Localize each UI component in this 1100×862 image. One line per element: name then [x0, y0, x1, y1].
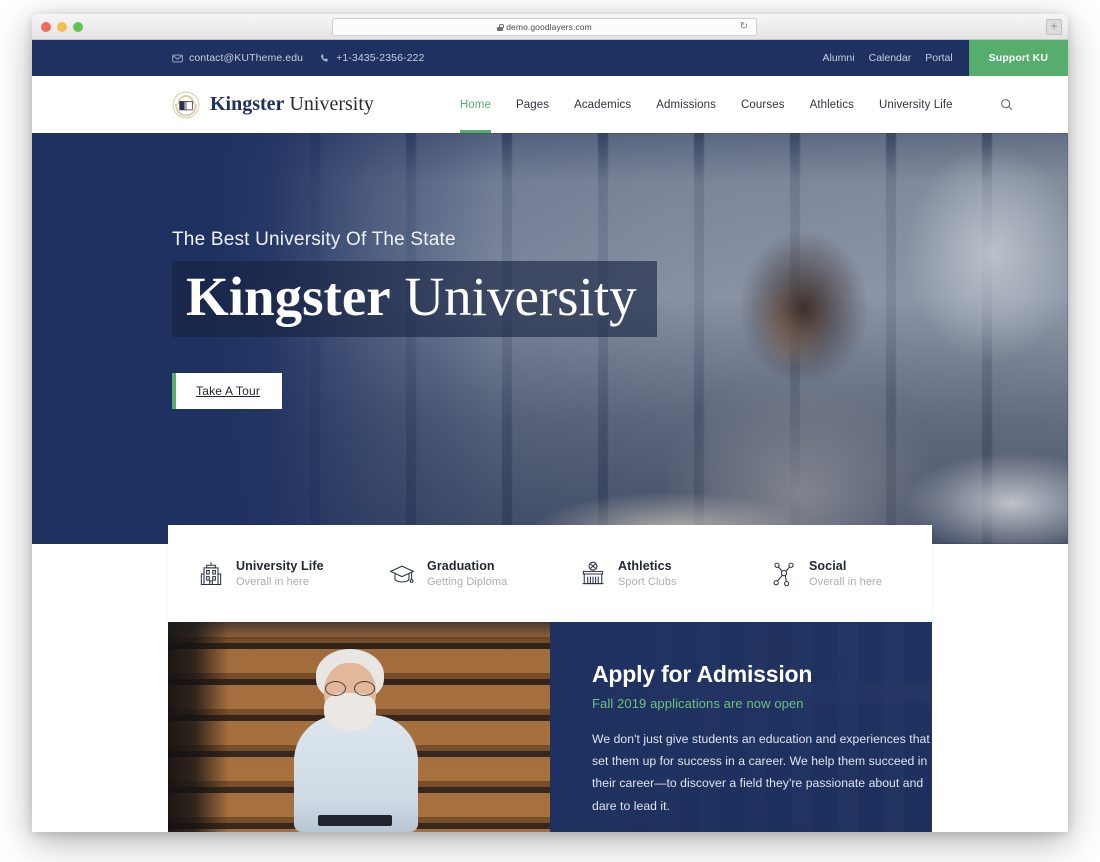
search-icon[interactable]	[1000, 98, 1013, 111]
nav-item-academics[interactable]: Academics	[574, 76, 631, 133]
brand-text: Kingster University	[210, 93, 374, 116]
site-logo[interactable]: Kingster University	[172, 91, 374, 119]
professor-figure	[288, 649, 428, 832]
nav-item-university-life[interactable]: University Life	[879, 76, 953, 133]
nav-item-athletics[interactable]: Athletics	[810, 76, 854, 133]
professor-belt	[318, 815, 392, 826]
main-navigation: Home Pages Academics Admissions Courses …	[459, 76, 1013, 133]
close-window-button[interactable]	[41, 22, 51, 32]
address-bar[interactable]: demo.goodlayers.com ↻	[332, 18, 757, 36]
topbar-link-alumni[interactable]: Alumni	[823, 52, 855, 64]
hero-content: The Best University Of The State Kingste…	[172, 229, 657, 410]
admission-subtitle: Fall 2019 applications are now open	[592, 696, 804, 711]
feature-text: Social Overall in here	[809, 559, 882, 588]
topbar-right-group: Alumni Calendar Portal Support KU	[823, 40, 1068, 76]
hero-section: The Best University Of The State Kingste…	[32, 133, 1068, 544]
admission-text-panel: Apply for Admission Fall 2019 applicatio…	[550, 613, 932, 832]
feature-athletics[interactable]: Athletics Sport Clubs	[550, 559, 741, 588]
feature-title: Graduation	[427, 559, 495, 573]
contact-email-text: contact@KUTheme.edu	[189, 52, 304, 64]
topbar-link-calendar[interactable]: Calendar	[869, 52, 912, 64]
browser-chrome: demo.goodlayers.com ↻ +	[32, 14, 1068, 40]
contact-email[interactable]: contact@KUTheme.edu	[172, 52, 303, 64]
professor-beard	[324, 693, 376, 731]
feature-title: Athletics	[618, 559, 672, 573]
topbar-link-portal[interactable]: Portal	[925, 52, 952, 64]
feature-desc: Getting Diploma	[427, 576, 508, 588]
admission-paragraph: We don't just give students an education…	[592, 732, 930, 813]
nav-item-home[interactable]: Home	[459, 76, 492, 133]
window-controls	[41, 22, 83, 32]
nav-item-admissions[interactable]: Admissions	[656, 76, 716, 133]
hero-title-box: Kingster University	[172, 261, 657, 338]
feature-text: Graduation Getting Diploma	[427, 559, 507, 588]
feature-title: University Life	[236, 559, 324, 573]
feature-text: University Life Overall in here	[236, 559, 324, 588]
topbar-contact-group: contact@KUTheme.edu +1-3435-2356-222	[172, 52, 424, 64]
site-header: Kingster University Home Pages Academics…	[32, 76, 1068, 133]
phone-icon	[319, 53, 330, 64]
support-ku-button[interactable]: Support KU	[968, 40, 1068, 76]
social-network-icon	[770, 560, 798, 588]
feature-desc: Overall in here	[809, 576, 883, 588]
feature-desc: Sport Clubs	[618, 576, 677, 588]
admission-photo	[168, 613, 550, 832]
admission-copy: Apply for Admission Fall 2019 applicatio…	[592, 661, 932, 832]
nav-item-pages[interactable]: Pages	[516, 76, 549, 133]
contact-phone[interactable]: +1-3435-2356-222	[319, 52, 424, 64]
university-building-icon	[197, 560, 225, 588]
hero-subtitle: The Best University Of The State	[172, 229, 456, 250]
hero-title: Kingster University	[186, 266, 637, 327]
feature-highlights-card: University Life Overall in here Graduati…	[168, 525, 932, 622]
contact-phone-text: +1-3435-2356-222	[336, 52, 425, 64]
new-tab-button[interactable]: +	[1046, 19, 1062, 35]
envelope-icon	[172, 53, 183, 64]
graduation-cap-icon	[388, 560, 416, 588]
site-topbar: contact@KUTheme.edu +1-3435-2356-222 Alu…	[32, 40, 1068, 76]
feature-social[interactable]: Social Overall in here	[741, 559, 932, 588]
reload-icon[interactable]: ↻	[740, 22, 748, 32]
take-a-tour-button[interactable]: Take A Tour	[172, 373, 283, 410]
topbar-links: Alumni Calendar Portal	[823, 40, 969, 76]
url-text: demo.goodlayers.com	[506, 22, 592, 32]
lock-icon	[497, 23, 504, 31]
feature-desc: Overall in here	[236, 576, 310, 588]
minimize-window-button[interactable]	[57, 22, 67, 32]
hero-title-light: University	[390, 266, 637, 327]
professor-glasses	[325, 681, 375, 696]
maximize-window-button[interactable]	[73, 22, 83, 32]
browser-window: demo.goodlayers.com ↻ + contact@KUTheme.…	[32, 14, 1068, 832]
stadium-icon	[579, 560, 607, 588]
feature-title: Social	[809, 559, 847, 573]
book-crest-icon	[172, 91, 200, 119]
feature-graduation[interactable]: Graduation Getting Diploma	[359, 559, 550, 588]
page-viewport: contact@KUTheme.edu +1-3435-2356-222 Alu…	[32, 40, 1068, 832]
nav-item-courses[interactable]: Courses	[741, 76, 785, 133]
brand-name-bold: Kingster	[210, 93, 285, 115]
feature-university-life[interactable]: University Life Overall in here	[168, 559, 359, 588]
hero-title-bold: Kingster	[186, 266, 391, 327]
feature-text: Athletics Sport Clubs	[618, 559, 677, 588]
brand-name-light: University	[284, 93, 374, 115]
admission-section: Apply for Admission Fall 2019 applicatio…	[168, 613, 932, 832]
admission-title: Apply for Admission	[592, 661, 813, 687]
